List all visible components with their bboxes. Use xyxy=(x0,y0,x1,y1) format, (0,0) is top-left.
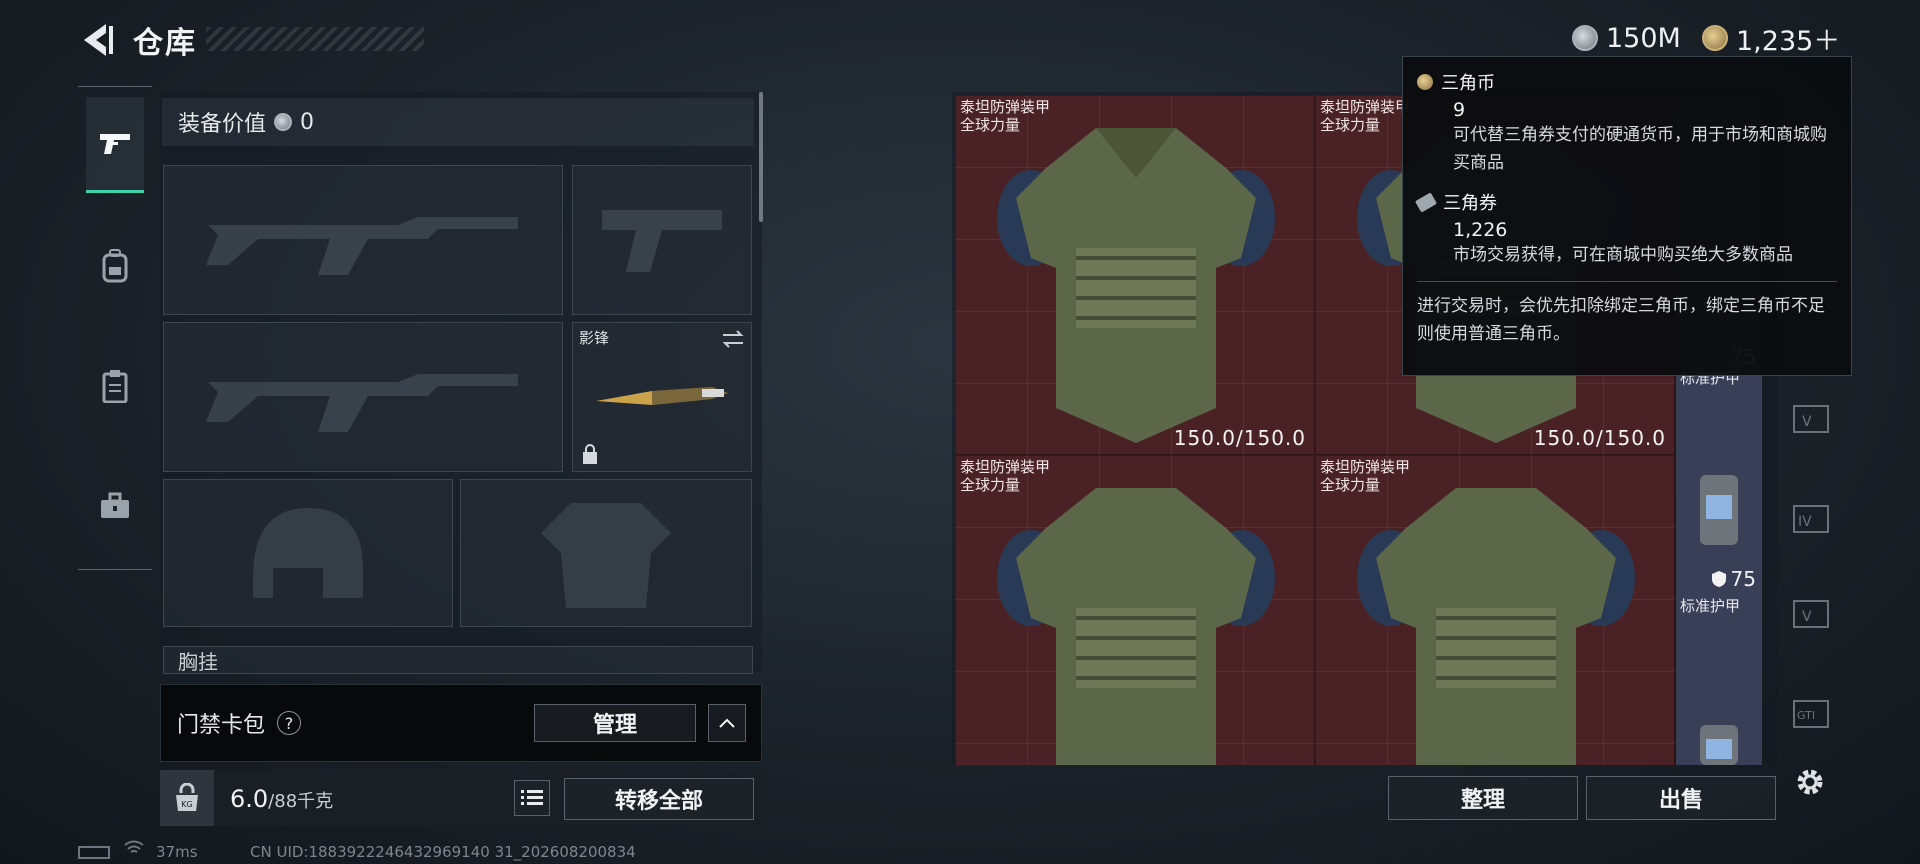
battery-icon xyxy=(78,846,110,859)
armor-item[interactable]: 泰坦防弹装甲 全球力量 xyxy=(955,455,1315,765)
tab-consumables[interactable] xyxy=(86,357,144,415)
currency-tooltip: 三角币 9 可代替三角券支付的硬通货币，用于市场和商城购买商品 三角券 1,22… xyxy=(1402,56,1852,376)
silver-currency[interactable]: 150M xyxy=(1572,20,1681,56)
armor-item[interactable]: 泰坦防弹装甲 全球力量 150.0/150.0 xyxy=(955,95,1315,455)
shield-icon xyxy=(1711,571,1726,587)
tooltip-divider xyxy=(1417,281,1837,282)
title-decoration xyxy=(206,27,424,51)
tab-weapons[interactable] xyxy=(86,97,144,193)
equipment-value: 0 xyxy=(300,109,315,135)
grade-v-filter-icon[interactable]: V xyxy=(1790,402,1832,438)
silver-coin-icon xyxy=(1572,25,1598,51)
wifi-icon xyxy=(124,840,144,860)
rifle-silhouette-icon xyxy=(206,374,518,432)
svg-text:KG: KG xyxy=(181,800,192,809)
latency: 37ms xyxy=(156,843,198,861)
weight-current: 6.0 xyxy=(230,785,269,813)
triangle-ticket-icon xyxy=(1414,191,1438,213)
grade-iv-filter-icon[interactable]: IV xyxy=(1790,502,1832,538)
sort-button[interactable]: 整理 xyxy=(1388,776,1578,820)
lock-icon xyxy=(583,444,597,464)
armor-vest-icon xyxy=(1357,488,1635,765)
equipment-value-label: 装备价值 xyxy=(178,112,267,137)
back-arrow-icon xyxy=(84,24,113,56)
tooltip-note: 进行交易时，会优先扣除绑定三角币，绑定三角币不足则使用普通三角币。 xyxy=(1417,296,1825,344)
coin-amount: 9 xyxy=(1453,99,1466,121)
coin-header: 三角币 xyxy=(1417,69,1837,95)
armor-vest-icon xyxy=(997,128,1275,443)
ticket-amount: 1,226 xyxy=(1453,219,1508,241)
chest-rig-label: 胸挂 xyxy=(178,649,218,674)
svg-text:V: V xyxy=(1802,609,1812,625)
svg-text:IV: IV xyxy=(1798,514,1812,530)
back-button[interactable] xyxy=(78,20,114,60)
ticket-name: 三角券 xyxy=(1443,193,1497,214)
armor-item[interactable]: 泰坦防弹装甲 全球力量 xyxy=(1315,455,1675,765)
melee-slot-label: 影锋 xyxy=(579,329,610,347)
kettlebell-icon: KG xyxy=(176,783,198,811)
knife-icon xyxy=(596,387,728,405)
gold-currency[interactable]: 1,235＋ xyxy=(1702,20,1841,57)
weight-max: /88千克 xyxy=(268,791,334,812)
armor-durability: 150.0/150.0 xyxy=(1533,426,1666,450)
triangle-coin-icon xyxy=(1417,74,1433,90)
gear-icon xyxy=(1797,769,1823,795)
helmet-silhouette-icon xyxy=(253,508,363,598)
chest-rig-slot[interactable]: 胸挂 xyxy=(163,646,753,674)
armor-durability: 150.0/150.0 xyxy=(1173,426,1306,450)
helmet-slot[interactable] xyxy=(163,479,453,627)
manage-button[interactable]: 管理 xyxy=(534,704,696,742)
secondary-weapon-slot[interactable] xyxy=(163,322,563,472)
rifle-silhouette-icon xyxy=(206,217,518,275)
list-view-button[interactable] xyxy=(514,780,550,816)
list-icon xyxy=(521,790,543,805)
plate-carrier-icon xyxy=(1700,725,1738,765)
ticket-description: 市场交易获得，可在商城中购买绝大多数商品 xyxy=(1453,245,1793,265)
primary-weapon-slot[interactable] xyxy=(163,165,563,315)
clipboard-icon xyxy=(102,370,128,403)
gold-coin-icon xyxy=(1702,25,1728,51)
coin-description: 可代替三角券支付的硬通货币，用于市场和商城购买商品 xyxy=(1453,125,1827,173)
silver-currency-value: 150M xyxy=(1606,22,1681,54)
weight-icon-box: KG xyxy=(160,770,214,826)
armor-vest-icon xyxy=(997,488,1275,765)
gold-currency-value: 1,235＋ xyxy=(1736,25,1841,57)
side-armor-item[interactable] xyxy=(1676,715,1762,765)
chevron-up-icon xyxy=(719,718,735,728)
uid-text: CN UID:1883922246432969140 31_2026082008… xyxy=(250,843,636,861)
vest-silhouette-icon xyxy=(541,503,671,608)
melee-slot[interactable]: 影锋 xyxy=(572,322,752,472)
ticket-header: 三角券 xyxy=(1414,189,1837,215)
help-icon[interactable]: ? xyxy=(277,711,302,735)
transfer-all-button[interactable]: 转移全部 xyxy=(564,778,754,820)
tab-toolbox[interactable] xyxy=(86,477,144,535)
tab-backpack[interactable] xyxy=(86,237,144,295)
backpack-icon xyxy=(102,249,128,283)
pistol-icon xyxy=(100,133,130,154)
svg-text:V: V xyxy=(1802,414,1812,430)
armor-slot[interactable] xyxy=(460,479,752,627)
pistol-slot[interactable] xyxy=(572,165,752,315)
access-card-title: 门禁卡包 xyxy=(177,713,266,738)
settings-button[interactable] xyxy=(1792,764,1828,800)
silver-coin-icon xyxy=(274,113,293,131)
sell-button[interactable]: 出售 xyxy=(1586,776,1776,820)
equipment-scrollbar[interactable] xyxy=(759,92,763,222)
plate-carrier-icon xyxy=(1700,475,1738,545)
swap-icon[interactable] xyxy=(721,329,745,349)
weight-readout: 6.0/88千克 xyxy=(230,785,333,813)
svg-text:GTI: GTI xyxy=(1797,709,1815,722)
toolbox-icon xyxy=(101,492,129,518)
armor-rating: 75 xyxy=(1711,567,1756,591)
gti-filter-icon[interactable]: GTI xyxy=(1790,697,1832,733)
page-title: 仓库 xyxy=(133,26,197,61)
collapse-button[interactable] xyxy=(708,704,746,742)
coin-name: 三角币 xyxy=(1441,73,1495,94)
equipment-value-bar: 装备价值 0 xyxy=(162,98,754,146)
pistol-silhouette-icon xyxy=(602,210,722,272)
category-rail xyxy=(78,86,152,570)
grade-v-filter-icon[interactable]: V xyxy=(1790,597,1832,633)
side-armor-item[interactable]: 75 标准护甲 xyxy=(1676,455,1762,635)
